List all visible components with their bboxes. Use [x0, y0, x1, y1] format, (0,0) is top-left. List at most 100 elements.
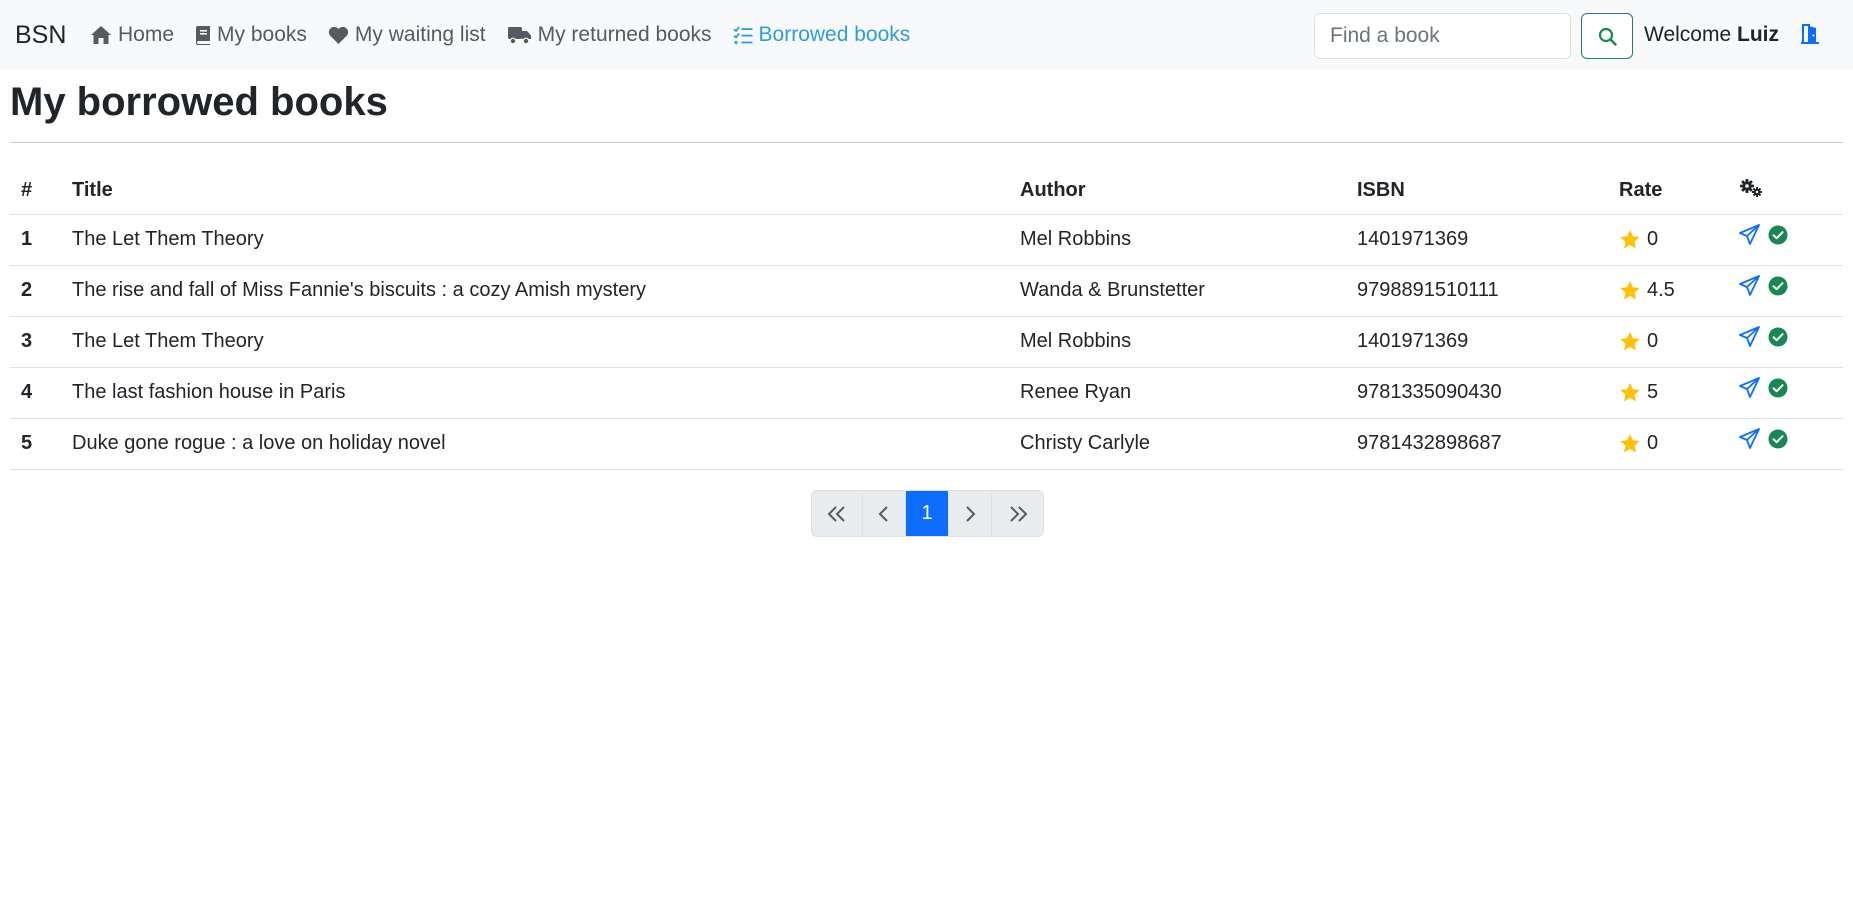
nav-item-borrowed-books[interactable]: Borrowed books [732, 20, 911, 50]
main-nav: Home My books My waiting list My returne… [90, 20, 931, 50]
row-actions-cell [1728, 265, 1843, 317]
share-book-button[interactable] [1739, 377, 1760, 398]
row-index: 2 [10, 265, 61, 317]
star-icon [1620, 230, 1640, 249]
book-rate-cell: 0 [1608, 214, 1728, 266]
username: Luiz [1737, 23, 1779, 46]
page-number-button[interactable]: 1 [906, 491, 949, 536]
door-open-icon [1801, 24, 1819, 44]
previous-page-button[interactable] [863, 491, 906, 536]
book-rate: 4.5 [1619, 279, 1728, 302]
search-input[interactable] [1314, 13, 1571, 59]
top-navbar: BSN Home My books My waiting list My ret… [0, 0, 1853, 70]
next-page-button[interactable] [949, 491, 992, 536]
share-book-button[interactable] [1739, 275, 1760, 296]
table-row: 1 The Let Them Theory Mel Robbins 140197… [10, 214, 1843, 266]
row-actions [1739, 275, 1843, 296]
row-index: 5 [10, 418, 61, 470]
column-header-author: Author [1009, 168, 1346, 215]
brand-logo[interactable]: BSN [15, 20, 66, 50]
book-isbn: 9781335090430 [1346, 367, 1608, 419]
column-header-index: # [10, 168, 61, 215]
book-author: Mel Robbins [1009, 214, 1346, 266]
table-row: 4 The last fashion house in Paris Renee … [10, 367, 1843, 419]
book-isbn: 1401971369 [1346, 316, 1608, 368]
row-actions [1739, 326, 1843, 347]
book-author: Christy Carlyle [1009, 418, 1346, 470]
search-button[interactable] [1581, 13, 1633, 59]
approve-return-button[interactable] [1768, 276, 1788, 296]
list-check-icon [732, 25, 753, 44]
truck-icon [507, 27, 531, 45]
column-header-title: Title [61, 168, 1009, 215]
nav-label-waiting-list: My waiting list [354, 23, 486, 46]
nav-label-my-books: My books [217, 23, 307, 46]
borrowed-books-table: # Title Author ISBN Rate 1 The Let Them … [10, 168, 1843, 470]
nav-label-borrowed-books: Borrowed books [758, 23, 911, 46]
book-title: The last fashion house in Paris [61, 367, 1009, 419]
row-actions-cell [1728, 367, 1843, 419]
title-divider [10, 142, 1843, 143]
share-book-button[interactable] [1739, 326, 1760, 347]
row-actions-cell [1728, 316, 1843, 368]
paper-plane-icon [1739, 428, 1760, 449]
row-index: 3 [10, 316, 61, 368]
paper-plane-icon [1739, 275, 1760, 296]
star-icon [1620, 434, 1640, 453]
welcome-label: Welcome [1644, 23, 1732, 46]
approve-return-button[interactable] [1768, 327, 1788, 347]
nav-item-home[interactable]: Home [90, 20, 174, 50]
star-icon [1620, 281, 1640, 300]
rate-value: 0 [1647, 228, 1659, 250]
row-index: 1 [10, 214, 61, 266]
book-author: Mel Robbins [1009, 316, 1346, 368]
nav-item-waiting-list[interactable]: My waiting list [328, 20, 486, 50]
book-rate-cell: 0 [1608, 316, 1728, 368]
book-rate: 5 [1619, 381, 1728, 404]
book-title: The Let Them Theory [61, 214, 1009, 266]
share-book-button[interactable] [1739, 224, 1760, 245]
heart-icon [328, 26, 349, 44]
check-circle-icon [1768, 429, 1788, 448]
star-icon [1620, 383, 1640, 402]
rate-value: 0 [1647, 432, 1659, 454]
book-rate-cell: 0 [1608, 418, 1728, 470]
column-header-rate: Rate [1608, 168, 1728, 215]
book-author: Wanda & Brunstetter [1009, 265, 1346, 317]
row-index: 4 [10, 367, 61, 419]
last-page-icon [1009, 505, 1027, 522]
nav-item-returned-books[interactable]: My returned books [507, 20, 712, 50]
first-page-button[interactable] [812, 491, 863, 536]
column-header-isbn: ISBN [1346, 168, 1608, 215]
previous-page-icon [878, 505, 888, 522]
rate-value: 4.5 [1647, 279, 1675, 301]
approve-return-button[interactable] [1768, 429, 1788, 449]
logout-button[interactable] [1799, 23, 1821, 50]
check-circle-icon [1768, 327, 1788, 346]
row-actions-cell [1728, 418, 1843, 470]
table-body: 1 The Let Them Theory Mel Robbins 140197… [10, 214, 1843, 470]
check-circle-icon [1768, 378, 1788, 397]
book-rate-cell: 5 [1608, 367, 1728, 419]
table-row: 5 Duke gone rogue : a love on holiday no… [10, 418, 1843, 470]
book-rate: 0 [1619, 228, 1728, 251]
next-page-icon [966, 505, 976, 522]
book-rate-cell: 4.5 [1608, 265, 1728, 317]
table-header-row: # Title Author ISBN Rate [10, 168, 1843, 215]
table-row: 2 The rise and fall of Miss Fannie's bis… [10, 265, 1843, 317]
last-page-button[interactable] [992, 491, 1043, 536]
column-header-actions [1728, 168, 1843, 215]
check-circle-icon [1768, 276, 1788, 295]
row-actions [1739, 224, 1843, 245]
paper-plane-icon [1739, 224, 1760, 245]
approve-return-button[interactable] [1768, 225, 1788, 245]
rate-value: 0 [1647, 330, 1659, 352]
check-circle-icon [1768, 225, 1788, 244]
star-icon [1620, 332, 1640, 351]
house-icon [91, 26, 111, 44]
approve-return-button[interactable] [1768, 378, 1788, 398]
first-page-icon [827, 505, 845, 522]
share-book-button[interactable] [1739, 428, 1760, 449]
row-actions [1739, 428, 1843, 449]
nav-item-my-books[interactable]: My books [195, 20, 307, 50]
